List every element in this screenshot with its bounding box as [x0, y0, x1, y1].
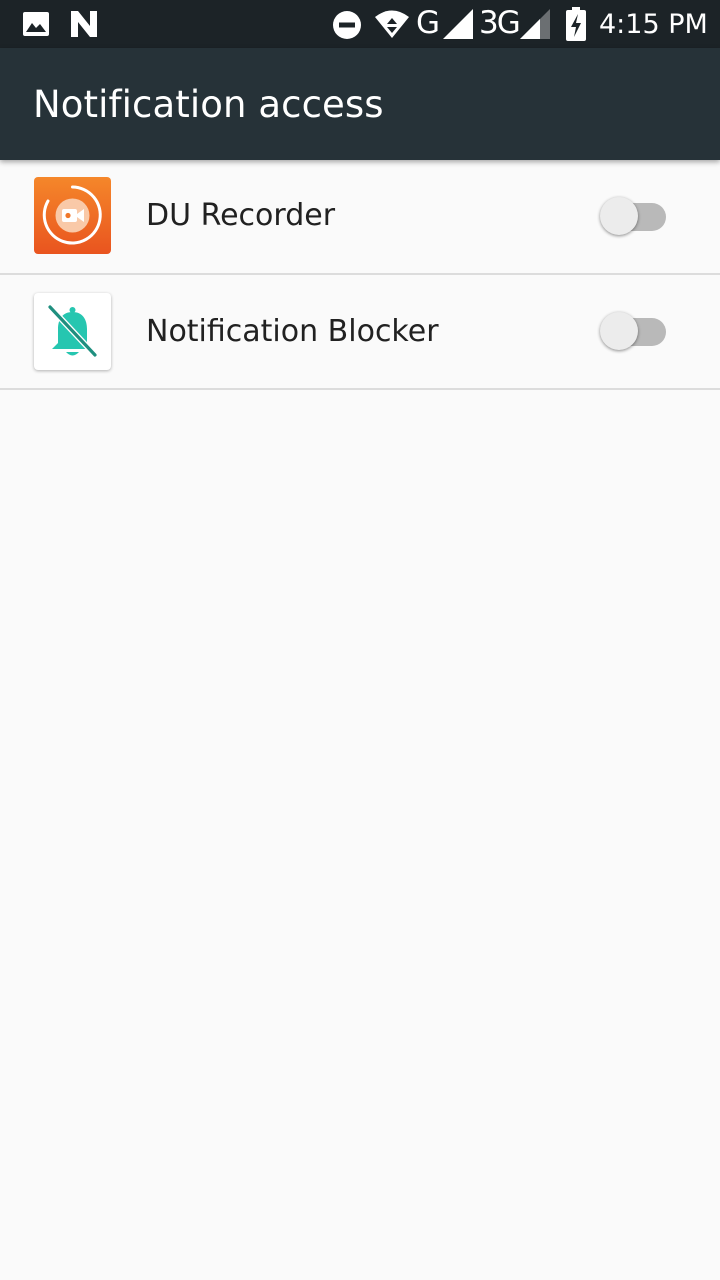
- network-type-3g: 3G: [479, 5, 521, 41]
- toggle-thumb: [600, 197, 638, 235]
- list-item-du-recorder[interactable]: DU Recorder: [0, 160, 720, 275]
- n-icon: [71, 11, 97, 37]
- signal-icon: [443, 9, 473, 39]
- notification-access-list: DU Recorder Notification Blocker: [0, 160, 720, 390]
- dnd-icon: [333, 11, 361, 39]
- status-time: 4:15 PM: [599, 9, 708, 40]
- notification-blocker-toggle[interactable]: [600, 311, 668, 351]
- app-bar: Notification access: [0, 48, 720, 160]
- signal-icon-2: [520, 9, 550, 39]
- list-item-label: Notification Blocker: [146, 314, 439, 349]
- network-type-g: G: [416, 5, 441, 41]
- list-item-label: DU Recorder: [146, 198, 336, 233]
- toggle-thumb: [600, 312, 638, 350]
- battery-charging-icon: [566, 7, 586, 41]
- list-item-notification-blocker[interactable]: Notification Blocker: [0, 275, 720, 390]
- du-recorder-toggle[interactable]: [600, 196, 668, 236]
- du-recorder-icon: [34, 177, 111, 254]
- wifi-icon: [375, 10, 409, 38]
- notification-blocker-icon: [34, 293, 111, 370]
- status-bar: G 3G 4:15 PM: [0, 0, 720, 48]
- image-icon: [23, 12, 49, 36]
- page-title: Notification access: [33, 83, 384, 126]
